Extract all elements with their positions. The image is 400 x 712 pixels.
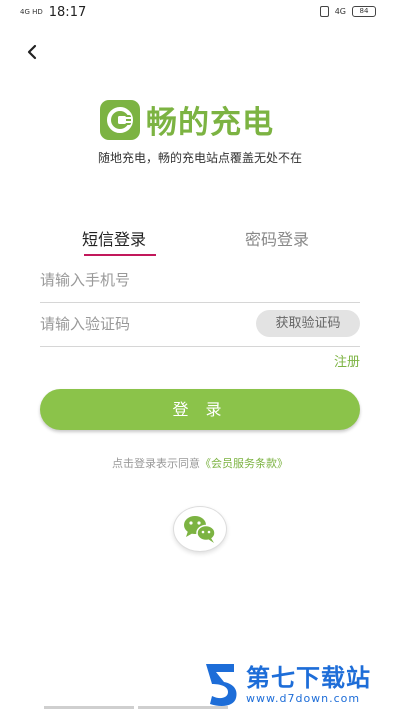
login-button[interactable]: 登 录 xyxy=(40,389,360,430)
get-code-button[interactable]: 获取验证码 xyxy=(256,310,360,337)
tab-password-login[interactable]: 密码登录 xyxy=(245,226,309,250)
status-time: 18:17 xyxy=(48,5,87,20)
chevron-left-icon xyxy=(27,44,37,60)
register-link[interactable]: 注册 xyxy=(334,351,360,370)
agreement-prefix: 点击登录表示同意 xyxy=(112,457,200,470)
brand-title: 畅的充电 xyxy=(146,105,274,141)
home-indicator-left xyxy=(44,706,134,709)
wechat-login-button[interactable] xyxy=(173,506,227,552)
home-indicator-right xyxy=(138,706,228,709)
charging-plug-icon xyxy=(100,99,140,140)
verification-code-input[interactable] xyxy=(40,302,250,346)
watermark-title: 第七下载站 xyxy=(246,663,371,692)
wechat-icon xyxy=(184,516,216,543)
watermark-url: www.d7down.com xyxy=(246,691,361,705)
back-button[interactable] xyxy=(18,38,46,66)
app-logo: 畅的充电 xyxy=(100,97,274,142)
watermark-logo-icon xyxy=(200,660,242,708)
active-tab-indicator xyxy=(84,254,156,256)
watermark: 第七下载站 www.d7down.com xyxy=(200,660,371,708)
vibrate-icon xyxy=(319,6,329,17)
status-bar: 4G HD 18:17 4G 84 xyxy=(0,0,400,26)
battery-level: 84 xyxy=(359,7,369,15)
signal-indicator: 4G HD xyxy=(20,8,43,16)
brand-slogan: 随地充电，畅的充电站点覆盖无处不在 xyxy=(97,151,302,165)
phone-input[interactable] xyxy=(40,258,360,302)
phone-row xyxy=(40,258,360,303)
terms-link[interactable]: 《会员服务条款》 xyxy=(200,457,288,470)
tab-sms-login[interactable]: 短信登录 xyxy=(82,226,146,250)
agreement-text: 点击登录表示同意《会员服务条款》 xyxy=(0,455,400,471)
battery-icon: 84 xyxy=(352,6,376,17)
network-indicator: 4G xyxy=(334,7,346,16)
code-row: 获取验证码 xyxy=(40,302,360,347)
